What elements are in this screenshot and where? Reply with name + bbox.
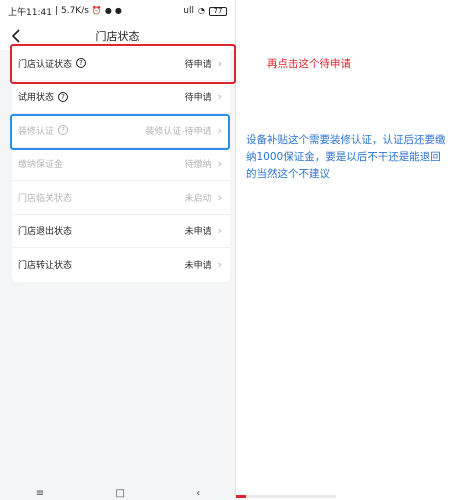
- row-store-exit[interactable]: 门店退出状态 未申请 ›: [12, 215, 230, 248]
- red-annotation: 再点击这个待申请: [267, 58, 351, 70]
- row-deposit[interactable]: 缴纳保证金 待缴纳 ›: [12, 148, 230, 181]
- row-trial-status[interactable]: 试用状态? 待申请 ›: [12, 81, 230, 114]
- help-icon[interactable]: ?: [58, 91, 69, 102]
- home-square-icon[interactable]: □: [115, 488, 124, 499]
- red-highlight-box: [10, 44, 236, 84]
- row-value: 未申请: [184, 261, 212, 272]
- row-value: 未申请: [184, 227, 212, 238]
- wechat-icon: ●: [104, 6, 112, 15]
- red-marker: [236, 495, 246, 498]
- chevron-right-icon: ›: [217, 157, 222, 171]
- row-label: 缴纳保证金: [18, 160, 64, 171]
- row-label: 门店转让状态: [18, 261, 73, 272]
- app-notification-icon: ●: [114, 6, 122, 15]
- row-value: 待申请: [184, 93, 212, 104]
- system-nav-bar: ≡ □ ‹: [0, 486, 236, 500]
- row-value: 待缴纳: [184, 160, 212, 171]
- blue-highlight-box: [10, 114, 230, 150]
- blue-annotation: 设备补贴这个需要装修认证，认证后还要缴纳1000保证金，要是以后不干还是能退回的…: [246, 134, 446, 180]
- back-chevron-icon[interactable]: ‹: [196, 488, 200, 499]
- page-title: 门店状态: [95, 30, 140, 43]
- status-bar: 上午11:41 | 5.7K/s ⏰ ● ● ull ◔ 77: [0, 0, 235, 22]
- bottom-divider: [236, 495, 336, 498]
- menu-icon[interactable]: ≡: [36, 488, 44, 499]
- row-label: 门店临关状态: [18, 193, 73, 204]
- row-label: 门店退出状态: [18, 227, 73, 238]
- clock: 上午11:41: [8, 7, 52, 18]
- alarm-icon: ⏰: [91, 6, 102, 15]
- network-speed: 5.7K/s: [60, 6, 89, 16]
- arrow-left-icon: [11, 29, 20, 43]
- battery-icon: 77: [209, 6, 227, 16]
- chevron-right-icon: ›: [217, 224, 222, 238]
- chevron-right-icon: ›: [217, 258, 222, 272]
- wifi-icon: ◔: [198, 6, 205, 15]
- battery-level: 77: [213, 6, 223, 15]
- row-value: 未启动: [184, 193, 212, 204]
- chevron-right-icon: ›: [217, 190, 222, 204]
- row-label: 试用状态: [18, 93, 55, 104]
- row-store-transfer[interactable]: 门店转让状态 未申请 ›: [12, 248, 230, 282]
- phone-screen: 上午11:41 | 5.7K/s ⏰ ● ● ull ◔ 77 门店状态 门店认…: [0, 0, 236, 500]
- row-temporary-closure[interactable]: 门店临关状态 未启动 ›: [12, 181, 230, 215]
- separator: |: [54, 6, 58, 16]
- signal-icon: ull: [183, 6, 195, 16]
- chevron-right-icon: ›: [217, 90, 222, 104]
- back-button[interactable]: [6, 26, 26, 46]
